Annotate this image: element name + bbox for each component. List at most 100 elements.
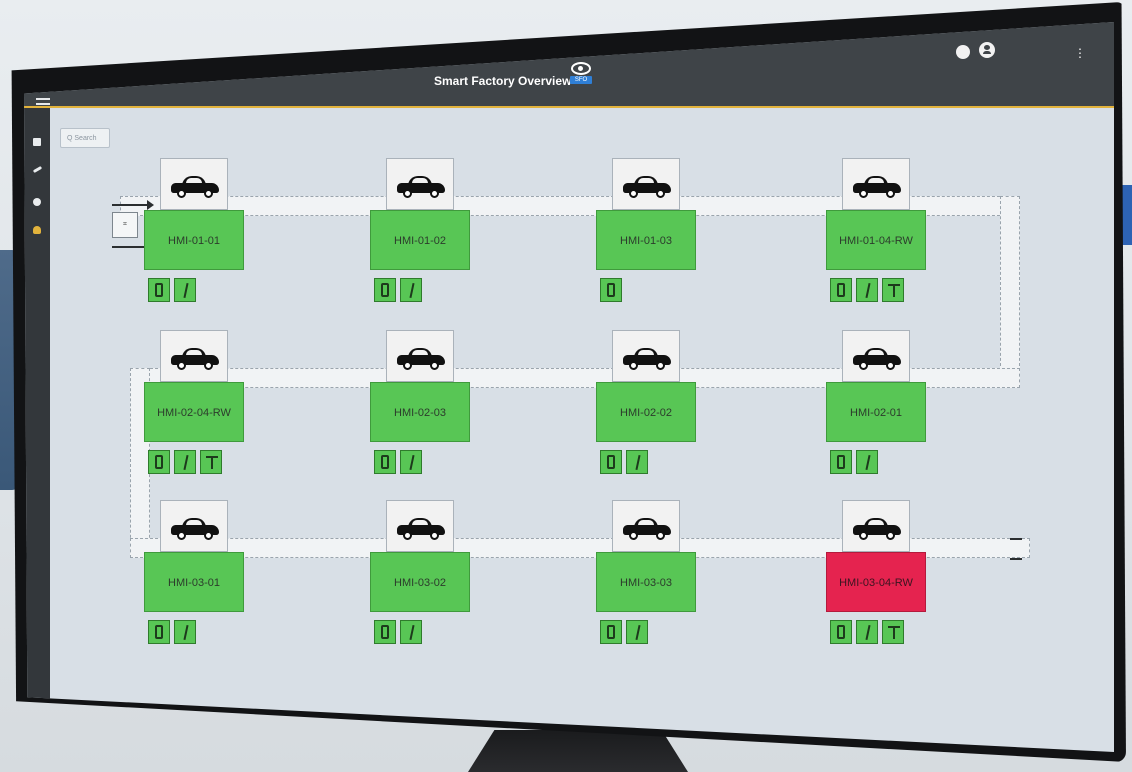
- car-icon: [171, 518, 219, 540]
- tool-status-row: [830, 450, 926, 476]
- edit-icon[interactable]: [32, 165, 43, 174]
- car-wheel: [886, 531, 895, 540]
- car-slot[interactable]: [386, 158, 454, 210]
- kebab-menu-icon[interactable]: ⋮: [1074, 46, 1086, 60]
- factory-icon[interactable]: [33, 226, 41, 234]
- hmi-panel[interactable]: HMI-02-03: [370, 382, 470, 442]
- car-slot[interactable]: [842, 330, 910, 382]
- tool-status-row: [600, 450, 696, 476]
- car-icon: [623, 518, 671, 540]
- car-wheel: [177, 531, 186, 540]
- hmi-panel[interactable]: HMI-02-04-RW: [144, 382, 244, 442]
- app-title: Smart Factory Overview: [434, 74, 572, 88]
- wrench-icon[interactable]: [856, 278, 878, 302]
- car-slot[interactable]: [160, 500, 228, 552]
- car-window: [638, 350, 654, 355]
- door-icon[interactable]: [600, 278, 622, 302]
- wrench-icon[interactable]: [174, 278, 196, 302]
- welder-icon[interactable]: [882, 620, 904, 644]
- wrench-icon[interactable]: [856, 450, 878, 474]
- wrench-icon[interactable]: [400, 450, 422, 474]
- location-icon[interactable]: [33, 198, 41, 206]
- car-wheel: [656, 531, 665, 540]
- tool-status-row: [600, 278, 696, 304]
- car-window: [186, 520, 202, 525]
- hmi-panel[interactable]: HMI-01-01: [144, 210, 244, 270]
- wrench-icon[interactable]: [856, 620, 878, 644]
- wrench-icon[interactable]: [174, 450, 196, 474]
- hmi-panel[interactable]: HMI-02-02: [596, 382, 696, 442]
- hmi-panel[interactable]: HMI-03-04-RW: [826, 552, 926, 612]
- car-wheel: [886, 189, 895, 198]
- car-slot[interactable]: [386, 500, 454, 552]
- car-slot[interactable]: [612, 158, 680, 210]
- door-icon[interactable]: [148, 278, 170, 302]
- wrench-icon[interactable]: [400, 278, 422, 302]
- car-icon: [623, 176, 671, 198]
- car-wheel: [656, 361, 665, 370]
- car-wheel: [430, 361, 439, 370]
- car-slot[interactable]: [842, 158, 910, 210]
- tool-status-row: [374, 620, 470, 646]
- station-hmi-02-03: HMI-02-03: [370, 330, 470, 476]
- car-slot[interactable]: [160, 158, 228, 210]
- car-wheel: [403, 361, 412, 370]
- tool-status-row: [830, 278, 926, 304]
- wrench-icon[interactable]: [174, 620, 196, 644]
- app-screen: Smart Factory Overview SFO ⋮ Q Search ⌗ …: [24, 22, 1114, 752]
- car-wheel: [204, 531, 213, 540]
- car-slot[interactable]: [386, 330, 454, 382]
- tool-status-row: [374, 450, 470, 476]
- car-wheel: [656, 189, 665, 198]
- exit-cap-bottom: [1010, 558, 1022, 560]
- search-input[interactable]: Q Search: [60, 128, 110, 148]
- door-icon[interactable]: [148, 450, 170, 474]
- door-icon[interactable]: [600, 450, 622, 474]
- station-hmi-02-01: HMI-02-01: [826, 330, 926, 476]
- door-icon[interactable]: [830, 450, 852, 474]
- hmi-panel[interactable]: HMI-01-04-RW: [826, 210, 926, 270]
- door-icon[interactable]: [374, 620, 396, 644]
- entry-scanner-icon: ⌗: [112, 212, 138, 238]
- car-slot[interactable]: [842, 500, 910, 552]
- tool-status-row: [148, 450, 244, 476]
- car-slot[interactable]: [160, 330, 228, 382]
- wrench-icon[interactable]: [626, 450, 648, 474]
- welder-icon[interactable]: [200, 450, 222, 474]
- hmi-panel[interactable]: HMI-01-02: [370, 210, 470, 270]
- car-icon: [171, 348, 219, 370]
- car-wheel: [430, 531, 439, 540]
- welder-icon[interactable]: [882, 278, 904, 302]
- door-icon[interactable]: [830, 620, 852, 644]
- tool-status-row: [148, 620, 244, 646]
- car-icon: [623, 348, 671, 370]
- door-icon[interactable]: [830, 278, 852, 302]
- car-slot[interactable]: [612, 330, 680, 382]
- hmi-panel[interactable]: HMI-03-02: [370, 552, 470, 612]
- hmi-panel[interactable]: HMI-03-01: [144, 552, 244, 612]
- hmi-panel[interactable]: HMI-02-01: [826, 382, 926, 442]
- user-account-icon[interactable]: [979, 42, 995, 58]
- car-wheel: [204, 189, 213, 198]
- door-icon[interactable]: [374, 278, 396, 302]
- conveyor-turn-right: [1000, 196, 1020, 371]
- hmi-panel[interactable]: HMI-03-03: [596, 552, 696, 612]
- car-wheel: [629, 531, 638, 540]
- hmi-panel[interactable]: HMI-01-03: [596, 210, 696, 270]
- car-slot[interactable]: [612, 500, 680, 552]
- car-window: [412, 178, 428, 183]
- wrench-icon[interactable]: [400, 620, 422, 644]
- door-icon[interactable]: [148, 620, 170, 644]
- status-circle-icon[interactable]: [956, 45, 970, 59]
- car-wheel: [629, 189, 638, 198]
- wrench-icon[interactable]: [626, 620, 648, 644]
- eye-icon: [571, 62, 591, 75]
- door-icon[interactable]: [600, 620, 622, 644]
- dashboard-icon[interactable]: [33, 138, 41, 146]
- tool-status-row: [830, 620, 926, 646]
- door-icon[interactable]: [374, 450, 396, 474]
- car-window: [868, 178, 884, 183]
- sidebar: [24, 108, 50, 718]
- car-window: [638, 520, 654, 525]
- car-window: [186, 350, 202, 355]
